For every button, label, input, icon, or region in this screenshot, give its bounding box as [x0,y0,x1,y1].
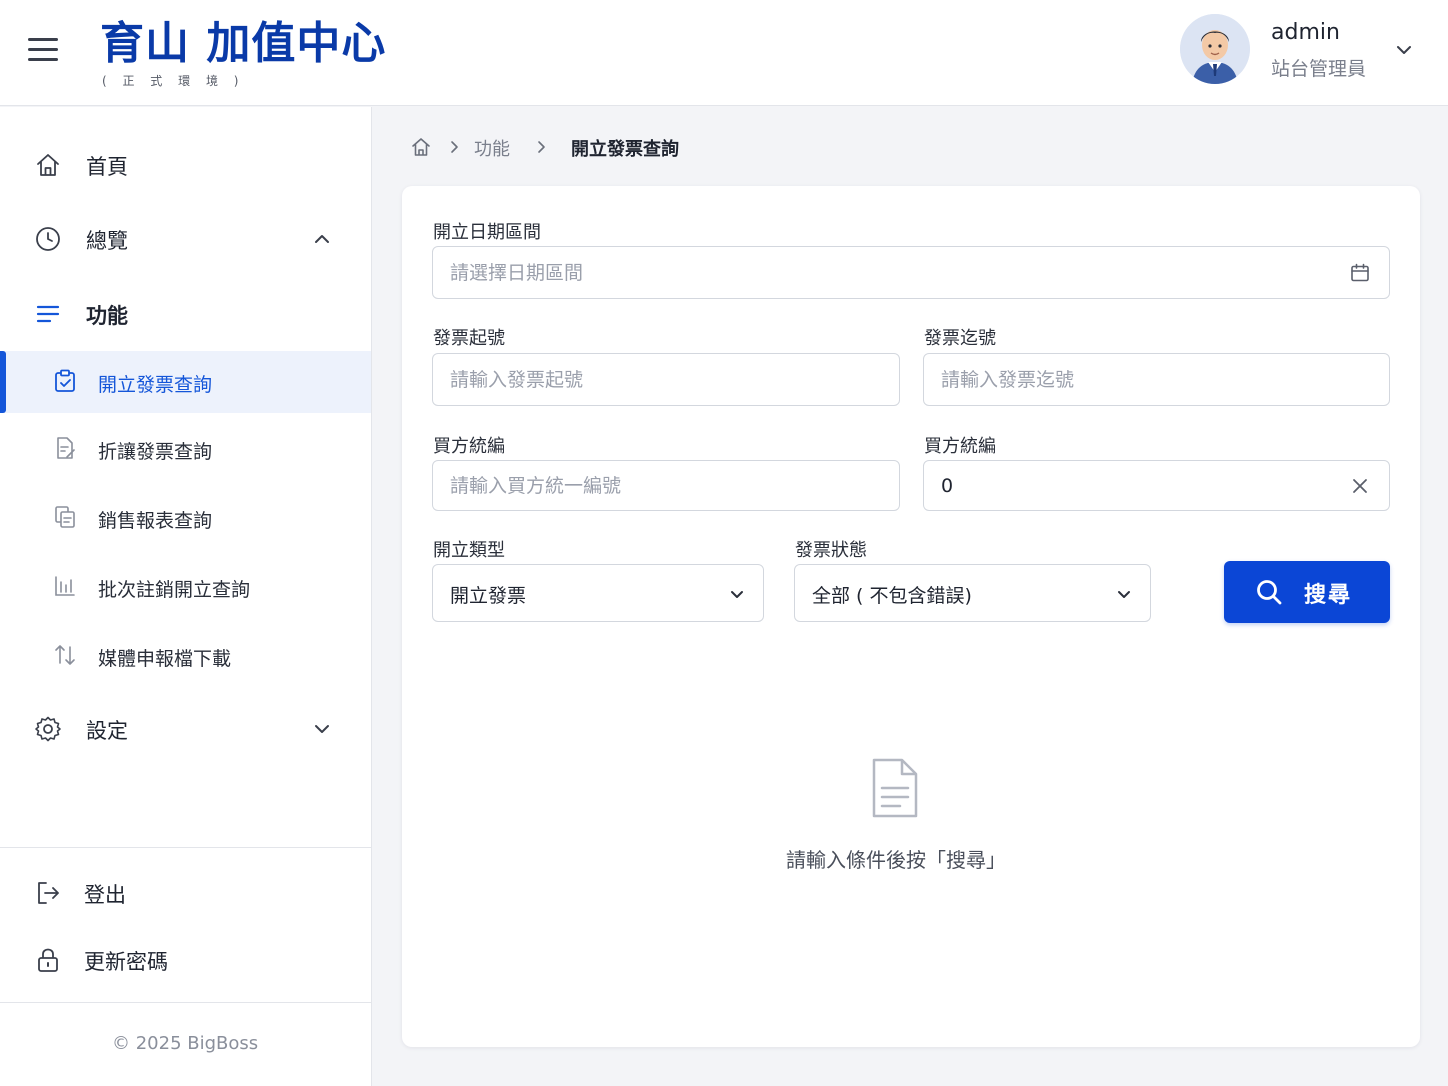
bar-chart-icon [55,576,75,596]
brand-logo[interactable]: 育山 加值中心 ( 正 式 環 境 ) [100,18,386,89]
logout-label: 登出 [84,883,126,907]
user-menu[interactable]: admin 站台管理員 [1180,14,1430,90]
sidebar-item-home[interactable]: 首頁 [0,134,371,196]
sidebar-subitem-batch-void-query[interactable]: 批次註銷開立查詢 [0,556,371,618]
sidebar-subitem-invoice-query[interactable]: 開立發票查詢 [0,351,371,413]
invoice-status-label: 發票狀態 [795,540,867,561]
sidebar-item-overview[interactable]: 總覽 [0,208,371,270]
invoice-status-select[interactable]: 全部 ( 不包含錯誤) [794,564,1151,622]
invoice-end-input[interactable] [941,354,1371,405]
search-icon [1257,580,1282,605]
sidebar-item-settings[interactable]: 設定 [0,698,371,760]
issue-type-label: 開立類型 [433,540,505,561]
chevron-right-icon [451,141,458,153]
sidebar-divider [0,847,371,848]
sidebar-subitem-allowance-query[interactable]: 折讓發票查詢 [0,418,371,480]
active-indicator [0,351,6,413]
buyer-id-input[interactable] [450,461,880,510]
sidebar: 首頁 總覽 功能 開立發票查詢 折讓發票查詢 銷售報表查詢 批次註銷開立查詢 媒… [0,107,372,1086]
breadcrumb-current: 開立發票查詢 [571,139,679,160]
chevron-up-icon[interactable] [312,229,332,249]
date-range-input[interactable] [450,247,1330,298]
chevron-down-icon[interactable] [312,719,332,739]
chevron-down-icon [1118,591,1130,598]
logout-icon [38,882,59,904]
brand-title: 育山 加值中心 [100,18,387,69]
chevron-down-icon [731,591,743,598]
invoice-start-field[interactable] [432,353,900,406]
clear-icon[interactable] [1349,475,1371,497]
search-button[interactable]: 搜尋 [1224,561,1390,623]
user-name: admin [1271,20,1340,45]
search-button-label: 搜尋 [1304,583,1353,608]
document-edit-icon [57,437,75,459]
issue-type-select[interactable]: 開立發票 [432,564,764,622]
chevron-down-icon[interactable] [1394,40,1414,60]
clock-icon [36,227,60,251]
list-icon [36,305,60,323]
sidebar-item-label: 設定 [86,719,128,743]
buyer-id-field[interactable] [432,460,900,511]
empty-document-icon [872,758,918,818]
invoice-end-field[interactable] [923,353,1390,406]
user-role: 站台管理員 [1271,58,1367,80]
home-icon[interactable] [410,136,432,158]
chevron-right-icon [538,141,545,153]
invoice-status-value: 全部 ( 不包含錯誤) [812,585,972,607]
change-password-button[interactable]: 更新密碼 [0,929,371,991]
sidebar-item-label: 總覽 [86,229,128,253]
sidebar-subitem-label: 開立發票查詢 [98,374,213,396]
buyer-id2-label: 買方統編 [924,436,996,457]
lock-icon [38,948,58,972]
sidebar-item-functions[interactable]: 功能 [0,283,371,345]
copyright-text: © 2025 BigBoss [112,1033,259,1054]
invoice-start-label: 發票起號 [433,328,505,349]
sidebar-subitem-label: 媒體申報檔下載 [98,648,232,670]
gear-icon [35,716,61,742]
date-range-label: 開立日期區間 [433,222,541,243]
hamburger-menu-icon[interactable] [28,38,58,64]
sidebar-subitem-sales-report[interactable]: 銷售報表查詢 [0,487,371,549]
sidebar-item-label: 首頁 [86,155,128,179]
sidebar-divider [0,1002,371,1003]
change-password-label: 更新密碼 [84,950,168,974]
invoice-start-input[interactable] [450,354,880,405]
home-icon [37,154,59,176]
breadcrumb-functions-link[interactable]: 功能 [474,135,510,161]
top-header: 育山 加值中心 ( 正 式 環 境 ) admin 站台管理員 [0,0,1448,106]
sidebar-subitem-media-download[interactable]: 媒體申報檔下載 [0,625,371,687]
clipboard-icon [55,369,75,392]
sidebar-subitem-label: 批次註銷開立查詢 [98,579,251,601]
avatar [1180,14,1250,84]
sidebar-subitem-label: 折讓發票查詢 [98,441,213,463]
sidebar-item-label: 功能 [86,304,128,328]
sidebar-subitem-label: 銷售報表查詢 [98,510,213,532]
date-range-picker[interactable] [432,246,1390,299]
calendar-icon[interactable] [1349,262,1371,284]
brand-subtitle: ( 正 式 環 境 ) [102,74,245,88]
arrows-up-down-icon [55,645,75,665]
search-card: 開立日期區間 發票起號 發票迄號 買方統編 買方統編 開立類型 開立發票 發票狀… [402,186,1420,1047]
buyer-id2-input[interactable] [941,461,1341,510]
empty-state-text: 請輸入條件後按「搜尋」 [786,848,1006,872]
buyer-id2-field[interactable] [923,460,1390,511]
invoice-end-label: 發票迄號 [924,328,996,349]
issue-type-value: 開立發票 [450,585,527,607]
copy-document-icon [55,506,75,528]
buyer-id-label: 買方統編 [433,436,505,457]
logout-button[interactable]: 登出 [0,862,371,924]
